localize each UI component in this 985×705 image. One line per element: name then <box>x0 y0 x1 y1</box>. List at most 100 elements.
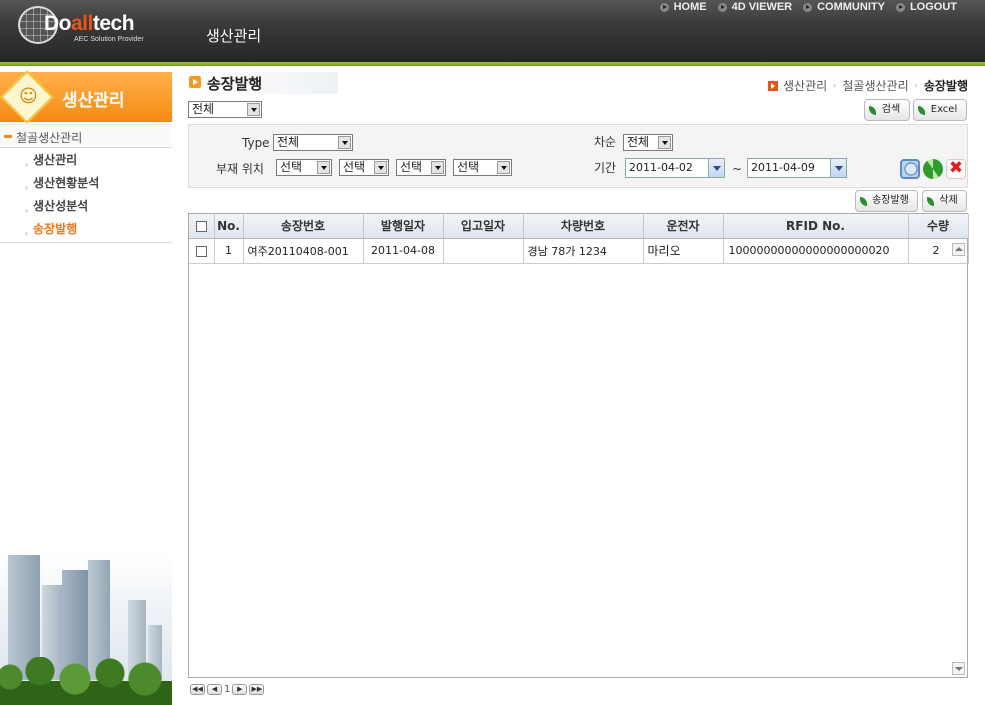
position-select-4[interactable]: 선택 <box>453 159 512 176</box>
chevron-right-icon: › <box>25 229 29 238</box>
invoice-table: No. 송장번호 발행일자 입고일자 차량번호 운전자 RFID No. 수량 … <box>189 214 969 264</box>
dropdown-arrow-icon <box>431 161 444 174</box>
date-to-picker[interactable]: 2011-04-09 <box>747 158 847 178</box>
page-number[interactable]: 1 <box>224 684 230 695</box>
next-page-icon[interactable]: ▶ <box>232 684 248 695</box>
position-select-3[interactable]: 선택 <box>396 159 446 176</box>
title-arrow-icon <box>189 76 201 88</box>
round-label: 차순 <box>594 135 617 149</box>
period-label: 기간 <box>594 161 617 175</box>
chevron-right-icon: › <box>914 81 918 90</box>
breadcrumb-current: 송장발행 <box>923 79 968 93</box>
scroll-down-icon[interactable] <box>952 662 965 675</box>
table-row[interactable]: 1 여주20110408-001 2011-04-08 경남 78가 1234 … <box>189 238 969 264</box>
chevron-right-icon: › <box>833 81 837 90</box>
search-panel: Type 전체 부재 위치 선택 선택 선택 선택 차순 전체 기간 2011-… <box>188 124 968 188</box>
minus-icon <box>4 135 12 138</box>
column-header[interactable]: 송장번호 <box>243 214 364 239</box>
refresh-icon[interactable] <box>923 159 943 179</box>
search-button[interactable]: 검색 <box>864 99 910 121</box>
cell-vehicle-number: 경남 78가 1234 <box>523 238 644 264</box>
cell-no: 1 <box>214 238 244 264</box>
select-all-header <box>189 214 215 239</box>
nav-4d-viewer[interactable]: 4D VIEWER <box>717 1 792 13</box>
breadcrumb-item[interactable]: 철골생산관리 <box>842 77 908 94</box>
sidebar-menu: › 생산관리 › 생산현황분석 › 생산성분석 › 송장발행 <box>0 152 172 244</box>
position-select-2[interactable]: 선택 <box>339 159 389 176</box>
sidebar-heading-label: 생산관리 <box>62 91 125 111</box>
last-page-icon[interactable]: ▶▶ <box>249 684 265 695</box>
doalltech-logo[interactable]: Doalltech AEC Solution Provider <box>18 6 153 46</box>
table-header-row: No. 송장번호 발행일자 입고일자 차량번호 운전자 RFID No. 수량 <box>189 214 969 239</box>
sidebar-heading: ☺ 생산관리 <box>0 70 172 124</box>
position-select-1[interactable]: 선택 <box>276 159 332 176</box>
column-header[interactable]: RFID No. <box>723 214 909 239</box>
arrow-bullet-icon <box>803 2 813 12</box>
date-from-picker[interactable]: 2011-04-02 <box>625 158 725 178</box>
dropdown-arrow-icon <box>317 161 330 174</box>
person-icon: ☺ <box>19 86 38 107</box>
chevron-right-icon: › <box>25 183 29 192</box>
cell-in-date <box>443 238 524 264</box>
calendar-dropdown-icon <box>708 159 724 177</box>
chevron-right-icon: › <box>25 206 29 215</box>
column-header[interactable]: 입고일자 <box>443 214 524 239</box>
cell-rfid: 10000000000000000000020 <box>723 238 909 264</box>
search-magnifier-icon[interactable] <box>900 159 920 179</box>
excel-button[interactable]: Excel <box>913 99 967 121</box>
dropdown-arrow-icon <box>338 136 351 149</box>
sidebar-item-status-analysis[interactable]: › 생산현황분석 <box>0 175 172 198</box>
scroll-up-icon[interactable] <box>952 243 965 256</box>
row-checkbox[interactable] <box>195 245 207 257</box>
home-arrow-icon <box>768 80 778 91</box>
main-content: 송장발행 생산관리 › 철골생산관리 › 송장발행 전체 검색 Excel Ty… <box>188 72 969 705</box>
sidebar-item-invoice[interactable]: › 송장발행 <box>0 221 172 244</box>
delete-button[interactable]: 삭제 <box>922 190 967 212</box>
cell-issue-date: 2011-04-08 <box>363 238 444 264</box>
nav-logout[interactable]: LOGOUT <box>895 1 957 13</box>
invoice-grid: No. 송장번호 발행일자 입고일자 차량번호 운전자 RFID No. 수량 … <box>188 213 969 678</box>
round-select[interactable]: 전체 <box>623 134 673 151</box>
trees-shape <box>0 657 172 705</box>
issue-invoice-button[interactable]: 송장발행 <box>855 190 918 212</box>
column-header[interactable]: 운전자 <box>643 214 724 239</box>
header-title: 생산관리 <box>206 27 262 45</box>
column-header[interactable]: 발행일자 <box>363 214 444 239</box>
sidebar-item-productivity[interactable]: › 생산성분석 <box>0 198 172 221</box>
dropdown-arrow-icon <box>247 103 260 116</box>
date-range-separator: ~ <box>732 162 743 176</box>
type-label: Type <box>242 136 270 150</box>
sidebar-group-label: 철골생산관리 <box>16 131 83 145</box>
breadcrumb-item[interactable]: 생산관리 <box>783 77 827 94</box>
nav-community[interactable]: COMMUNITY <box>803 1 885 13</box>
dropdown-arrow-icon <box>497 161 510 174</box>
chevron-right-icon: › <box>25 160 29 169</box>
divider <box>0 242 172 243</box>
nav-home[interactable]: HOME <box>659 1 707 13</box>
arrow-bullet-icon <box>659 2 669 12</box>
arrow-bullet-icon <box>895 2 905 12</box>
column-header[interactable]: 차량번호 <box>523 214 644 239</box>
breadcrumb: 생산관리 › 철골생산관리 › 송장발행 <box>768 77 968 94</box>
brand-tagline: AEC Solution Provider <box>74 36 144 43</box>
sidebar-group[interactable]: 철골생산관리 <box>0 124 172 148</box>
sidebar: ☺ 생산관리 철골생산관리 › 생산관리 › 생산현황분석 › 생산성분석 › 송장발행 <box>0 70 172 705</box>
header-accent-line <box>0 62 985 66</box>
city-buildings-image <box>0 552 172 705</box>
calendar-dropdown-icon <box>830 159 846 177</box>
brand-name: Doalltech <box>44 12 135 35</box>
close-x-icon[interactable]: ✖ <box>946 159 966 179</box>
first-page-icon[interactable]: ◀◀ <box>190 684 205 695</box>
top-header: Doalltech AEC Solution Provider 생산관리 HOM… <box>0 0 985 62</box>
column-header[interactable]: 수량 <box>908 214 969 239</box>
dropdown-arrow-icon <box>374 161 387 174</box>
prev-page-icon[interactable]: ◀ <box>207 684 222 695</box>
scope-select[interactable]: 전체 <box>188 101 262 118</box>
sidebar-item-production[interactable]: › 생산관리 <box>0 152 172 175</box>
page-title: 송장발행 <box>207 75 263 93</box>
type-select[interactable]: 전체 <box>273 134 353 151</box>
top-nav: HOME 4D VIEWER COMMUNITY LOGOUT <box>659 1 957 13</box>
cell-driver: 마리오 <box>643 238 724 264</box>
select-all-checkbox[interactable] <box>195 220 207 232</box>
column-header[interactable]: No. <box>214 214 244 239</box>
